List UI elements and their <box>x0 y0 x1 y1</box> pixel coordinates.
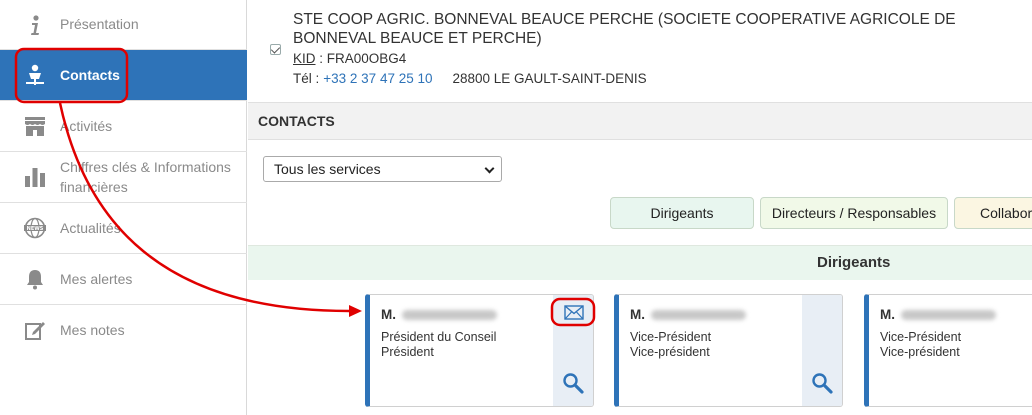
contact-card[interactable]: M. Vice-Président Vice-président <box>614 294 843 407</box>
contact-card[interactable]: M. Vice-Président Vice-président <box>864 294 1032 407</box>
sidebar-item-label: Contacts <box>60 67 120 83</box>
news-globe-icon: NEWS <box>24 217 46 239</box>
sidebar-item-label: Actualités <box>60 220 121 236</box>
sidebar-item-label: Présentation <box>60 16 139 32</box>
sidebar-item-alertes[interactable]: Mes alertes <box>0 254 247 305</box>
contact-role-secondary: Président <box>381 345 434 359</box>
contact-role: Vice-Président <box>880 330 962 344</box>
company-checkbox[interactable] <box>270 44 281 55</box>
tel-label: Tél : <box>293 71 320 86</box>
contact-name: M. <box>630 307 746 322</box>
contact-role-secondary: Vice-président <box>880 345 960 359</box>
contact-role-secondary: Vice-président <box>630 345 710 359</box>
contact-person-icon <box>24 64 46 86</box>
contact-civility: M. <box>381 307 396 322</box>
sidebar-item-label: Chiffres clés & Informations financières <box>60 159 231 195</box>
filter-dirigeants[interactable]: Dirigeants <box>610 197 754 229</box>
info-icon <box>24 14 46 36</box>
storefront-icon <box>24 115 46 137</box>
sidebar-item-label: Activités <box>60 118 113 134</box>
contact-role: Vice-Président <box>630 330 712 344</box>
service-select-value: Tous les services <box>274 161 381 177</box>
company-tel: Tél : +33 2 37 47 25 10 28800 LE GAULT-SAI… <box>293 71 647 86</box>
svg-text:NEWS: NEWS <box>27 226 44 232</box>
service-select[interactable]: Tous les services <box>263 156 502 182</box>
sidebar-item-notes[interactable]: Mes notes <box>0 305 247 355</box>
sidebar-item-chiffres[interactable]: Chiffres clés & Informations financières <box>0 152 247 203</box>
contact-civility: M. <box>880 307 895 322</box>
edit-note-icon <box>24 319 46 341</box>
group-title: Dirigeants <box>817 254 891 271</box>
company-name: STE COOP AGRIC. BONNEVAL BEAUCE PERCHE (… <box>293 11 956 47</box>
contact-name: M. <box>880 307 996 322</box>
sidebar-item-label: Mes notes <box>60 322 125 338</box>
sidebar-item-contacts[interactable]: Contacts <box>0 50 247 101</box>
redacted-name <box>651 310 746 321</box>
arrowhead-icon <box>349 305 362 317</box>
redacted-name <box>901 310 996 321</box>
contact-card[interactable]: M. Président du Conseil Président <box>365 294 594 407</box>
search-icon[interactable] <box>562 372 584 394</box>
sidebar-nav: Présentation Contacts Activités Chiffres… <box>0 0 247 415</box>
search-icon[interactable] <box>811 372 833 394</box>
kid-label: KID <box>293 51 316 66</box>
filter-collaborateurs[interactable]: Collabor <box>954 197 1032 229</box>
contact-name: M. <box>381 307 497 322</box>
contact-civility: M. <box>630 307 645 322</box>
tel-link[interactable]: +33 2 37 47 25 10 <box>323 71 432 86</box>
bar-chart-icon <box>24 166 46 188</box>
bell-icon <box>24 268 46 290</box>
sidebar-item-presentation[interactable]: Présentation <box>0 0 247 50</box>
mail-icon[interactable] <box>564 305 584 320</box>
filter-directeurs[interactable]: Directeurs / Responsables <box>760 197 948 229</box>
contacts-section-header: CONTACTS <box>248 102 1032 140</box>
company-address: 28800 LE GAULT-SAINT-DENIS <box>452 71 647 86</box>
section-title: CONTACTS <box>258 113 335 129</box>
kid-value: : FRA00OBG4 <box>315 51 407 66</box>
chevron-down-icon <box>484 163 495 174</box>
sidebar-item-label: Mes alertes <box>60 271 133 287</box>
redacted-name <box>402 310 497 321</box>
contact-role: Président du Conseil <box>381 330 497 344</box>
sidebar-item-actualites[interactable]: NEWS Actualités <box>0 203 247 254</box>
sidebar-item-activites[interactable]: Activités <box>0 101 247 152</box>
company-kid: KID : FRA00OBG4 <box>293 51 406 66</box>
group-header: Dirigeants <box>248 245 1032 280</box>
